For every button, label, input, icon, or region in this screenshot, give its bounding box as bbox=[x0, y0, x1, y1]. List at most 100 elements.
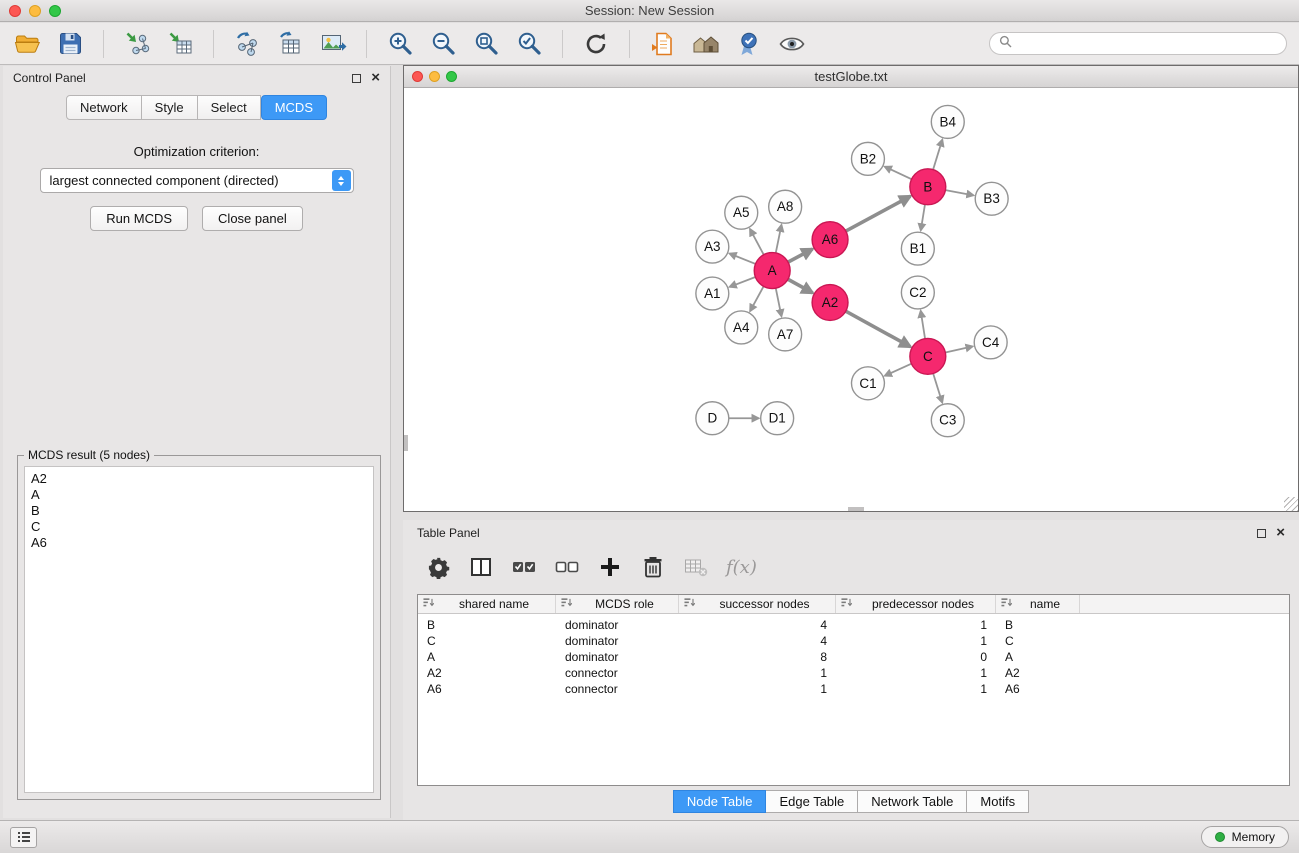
node-A5[interactable]: A5 bbox=[725, 196, 758, 229]
tab-network[interactable]: Network bbox=[66, 95, 142, 120]
criterion-dropdown[interactable]: largest connected component (directed) bbox=[40, 168, 354, 193]
tab-motifs[interactable]: Motifs bbox=[967, 790, 1029, 813]
column-header-predecessor-nodes[interactable]: predecessor nodes bbox=[836, 595, 996, 613]
zoom-fit-icon[interactable] bbox=[471, 29, 501, 59]
edge-A-A7[interactable] bbox=[776, 288, 782, 316]
network-minimize-button[interactable] bbox=[429, 71, 440, 82]
edge-B-B2[interactable] bbox=[885, 167, 912, 180]
edge-B-B3[interactable] bbox=[945, 190, 973, 195]
close-panel-button[interactable]: Close panel bbox=[202, 206, 303, 231]
node-B4[interactable]: B4 bbox=[931, 105, 964, 138]
node-B2[interactable]: B2 bbox=[851, 142, 884, 175]
node-A1[interactable]: A1 bbox=[696, 277, 729, 310]
function-builder-icon[interactable]: f(x) bbox=[726, 557, 757, 578]
show-panels-button[interactable] bbox=[10, 827, 37, 848]
node-A4[interactable]: A4 bbox=[725, 311, 758, 344]
zoom-in-icon[interactable] bbox=[385, 29, 415, 59]
node-C[interactable]: C bbox=[910, 338, 946, 374]
column-header-shared-name[interactable]: shared name bbox=[418, 595, 556, 613]
node-C1[interactable]: C1 bbox=[851, 367, 884, 400]
scroll-indicator-left[interactable] bbox=[404, 435, 408, 451]
open-session-icon[interactable] bbox=[12, 29, 42, 59]
memory-button[interactable]: Memory bbox=[1201, 826, 1289, 848]
edge-A-A1[interactable] bbox=[730, 277, 756, 287]
close-panel-icon[interactable]: × bbox=[371, 73, 380, 83]
scroll-indicator-bottom[interactable] bbox=[848, 507, 864, 511]
edge-B-B1[interactable] bbox=[921, 204, 925, 230]
network-window-titlebar[interactable]: testGlobe.txt bbox=[404, 66, 1298, 88]
tab-node-table[interactable]: Node Table bbox=[673, 790, 767, 813]
node-C4[interactable]: C4 bbox=[974, 326, 1007, 359]
new-table-icon[interactable] bbox=[275, 29, 305, 59]
edge-C-C3[interactable] bbox=[933, 374, 942, 403]
export-image-icon[interactable] bbox=[318, 29, 348, 59]
node-A8[interactable]: A8 bbox=[769, 190, 802, 223]
tab-mcds[interactable]: MCDS bbox=[261, 95, 327, 120]
node-A7[interactable]: A7 bbox=[769, 318, 802, 351]
column-header-successor-nodes[interactable]: successor nodes bbox=[679, 595, 836, 613]
tab-style[interactable]: Style bbox=[142, 95, 198, 120]
mcds-result-item[interactable]: A bbox=[31, 487, 367, 503]
mcds-result-list[interactable]: A2ABCA6 bbox=[24, 466, 374, 793]
edge-A-A3[interactable] bbox=[729, 253, 755, 263]
zoom-selected-icon[interactable] bbox=[514, 29, 544, 59]
edge-C-C2[interactable] bbox=[921, 311, 925, 339]
edge-B-B4[interactable] bbox=[933, 140, 942, 170]
node-B1[interactable]: B1 bbox=[901, 232, 934, 265]
edge-C-C1[interactable] bbox=[885, 364, 912, 376]
refresh-icon[interactable] bbox=[581, 29, 611, 59]
close-table-panel-icon[interactable]: × bbox=[1276, 528, 1285, 538]
edge-C-C4[interactable] bbox=[945, 346, 972, 352]
add-row-icon[interactable] bbox=[597, 554, 623, 580]
node-B[interactable]: B bbox=[910, 169, 946, 205]
node-D1[interactable]: D1 bbox=[761, 402, 794, 435]
mcds-result-item[interactable]: A6 bbox=[31, 535, 367, 551]
node-C2[interactable]: C2 bbox=[901, 276, 934, 309]
import-network-icon[interactable] bbox=[122, 29, 152, 59]
import-table-icon[interactable] bbox=[165, 29, 195, 59]
mcds-result-item[interactable]: C bbox=[31, 519, 367, 535]
tab-select[interactable]: Select bbox=[198, 95, 261, 120]
home-icon[interactable] bbox=[691, 29, 721, 59]
zoom-out-icon[interactable] bbox=[428, 29, 458, 59]
run-mcds-button[interactable]: Run MCDS bbox=[90, 206, 188, 231]
search-field[interactable] bbox=[989, 32, 1287, 55]
edge-A-A6[interactable] bbox=[788, 249, 812, 262]
search-input[interactable] bbox=[1017, 37, 1277, 51]
show-hide-icon[interactable] bbox=[777, 29, 807, 59]
node-A6[interactable]: A6 bbox=[812, 222, 848, 258]
deselect-all-icon[interactable] bbox=[554, 554, 580, 580]
table-row[interactable]: Adominator80A bbox=[418, 649, 1289, 665]
float-panel-icon[interactable] bbox=[352, 74, 361, 83]
network-maximize-button[interactable] bbox=[446, 71, 457, 82]
network-canvas[interactable]: B4B2BB3A5A8A6B1A3AC2A1A2A4A7C4CC1C3DD1 bbox=[404, 89, 1298, 511]
apply-style-icon[interactable] bbox=[734, 29, 764, 59]
open-document-icon[interactable] bbox=[648, 29, 678, 59]
node-C3[interactable]: C3 bbox=[931, 404, 964, 437]
edge-A-A4[interactable] bbox=[750, 286, 764, 311]
tab-network-table[interactable]: Network Table bbox=[858, 790, 967, 813]
float-table-panel-icon[interactable] bbox=[1257, 529, 1266, 538]
edge-A-A2[interactable] bbox=[788, 279, 813, 293]
save-session-icon[interactable] bbox=[55, 29, 85, 59]
delete-row-icon[interactable] bbox=[640, 554, 666, 580]
table-row[interactable]: A2connector11A2 bbox=[418, 665, 1289, 681]
mcds-result-item[interactable]: A2 bbox=[31, 471, 367, 487]
node-A[interactable]: A bbox=[754, 253, 790, 289]
settings-icon[interactable] bbox=[425, 554, 451, 580]
node-D[interactable]: D bbox=[696, 402, 729, 435]
columns-icon[interactable] bbox=[468, 554, 494, 580]
table-row[interactable]: A6connector11A6 bbox=[418, 681, 1289, 697]
table-row[interactable]: Bdominator41B bbox=[418, 617, 1289, 633]
edge-A2-C[interactable] bbox=[846, 311, 911, 347]
close-window-button[interactable] bbox=[9, 5, 21, 17]
edge-A-A8[interactable] bbox=[776, 225, 782, 253]
node-A2[interactable]: A2 bbox=[812, 285, 848, 321]
maximize-window-button[interactable] bbox=[49, 5, 61, 17]
edge-A-A5[interactable] bbox=[750, 229, 764, 255]
resize-handle[interactable] bbox=[1284, 497, 1298, 511]
network-close-button[interactable] bbox=[412, 71, 423, 82]
edge-A6-B[interactable] bbox=[846, 196, 910, 231]
select-all-icon[interactable] bbox=[511, 554, 537, 580]
minimize-window-button[interactable] bbox=[29, 5, 41, 17]
